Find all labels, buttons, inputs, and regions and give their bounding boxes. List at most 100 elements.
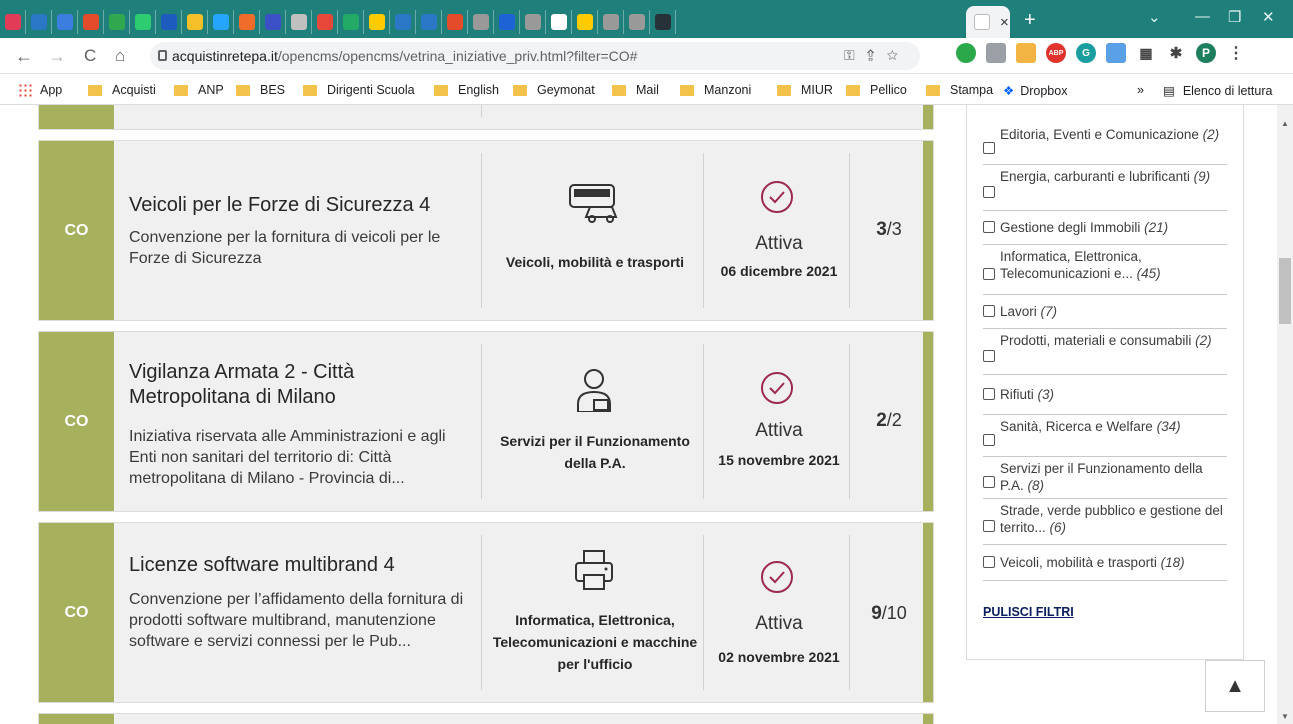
pinned-tab[interactable] bbox=[650, 10, 676, 34]
scrollbar-thumb[interactable] bbox=[1279, 258, 1291, 324]
bookmark-apps[interactable]: App bbox=[18, 83, 62, 97]
pinned-tab[interactable] bbox=[442, 10, 468, 34]
filter-option[interactable]: Servizi per il Funzionamento della P.A. … bbox=[983, 457, 1227, 499]
initiative-title[interactable]: Vigilanza Armata 2 - Città Metropolitana… bbox=[129, 360, 419, 410]
pinned-tab[interactable] bbox=[494, 10, 520, 34]
initiative-card[interactable]: CO Vigilanza Armata 2 - Città Metropolit… bbox=[38, 331, 934, 512]
filter-option[interactable]: Strade, verde pubblico e gestione del te… bbox=[983, 499, 1227, 545]
bookmark-folder[interactable]: Pellico bbox=[846, 83, 907, 97]
filter-option[interactable]: Gestione degli Immobili (21) bbox=[983, 211, 1227, 245]
forward-icon[interactable]: → bbox=[48, 46, 66, 67]
bookmark-folder[interactable]: ANP bbox=[174, 83, 224, 97]
bookmarks-overflow[interactable]: » bbox=[1137, 83, 1144, 97]
bookmark-folder[interactable]: Manzoni bbox=[680, 83, 751, 97]
pinned-tab[interactable] bbox=[260, 10, 286, 34]
bookmark-folder[interactable]: Mail bbox=[612, 83, 659, 97]
pinned-tab[interactable] bbox=[546, 10, 572, 34]
pinned-tab[interactable] bbox=[130, 10, 156, 34]
filter-option[interactable]: Energia, carburanti e lubrificanti (9) bbox=[983, 165, 1227, 211]
active-tab[interactable]: × bbox=[966, 6, 1010, 38]
bookmark-folder[interactable]: Dirigenti Scuola bbox=[303, 83, 415, 97]
extensions-puzzle-icon[interactable]: ✱ bbox=[1166, 43, 1186, 63]
home-icon[interactable]: ⌂ bbox=[115, 46, 125, 66]
pinned-tab[interactable] bbox=[624, 10, 650, 34]
pinned-tab[interactable] bbox=[416, 10, 442, 34]
filter-checkbox[interactable] bbox=[983, 476, 995, 488]
clear-filters-link[interactable]: PULISCI FILTRI bbox=[983, 605, 1074, 619]
restore-icon[interactable]: ❐ bbox=[1228, 8, 1241, 26]
address-bar[interactable]: acquistinretepa.it/opencms/opencms/vetri… bbox=[150, 42, 920, 70]
bookmark-folder[interactable]: Acquisti bbox=[88, 83, 156, 97]
pinned-tab[interactable] bbox=[26, 10, 52, 34]
filter-checkbox[interactable] bbox=[983, 268, 995, 280]
filter-option[interactable]: Prodotti, materiali e consumabili (2) bbox=[983, 329, 1227, 375]
url-text[interactable]: acquistinretepa.it/opencms/opencms/vetri… bbox=[172, 48, 637, 64]
pinned-tab[interactable] bbox=[598, 10, 624, 34]
extension-grammar-icon[interactable]: G bbox=[1076, 43, 1096, 63]
pinned-tab[interactable] bbox=[208, 10, 234, 34]
pinned-tab[interactable] bbox=[572, 10, 598, 34]
bookmark-folder[interactable]: Geymonat bbox=[513, 83, 595, 97]
pinned-tab[interactable] bbox=[182, 10, 208, 34]
pinned-tab[interactable] bbox=[364, 10, 390, 34]
reload-icon[interactable]: C bbox=[84, 46, 96, 66]
initiative-card[interactable]: CO Licenze software multibrand 4 Convenz… bbox=[38, 522, 934, 703]
profile-avatar[interactable]: P bbox=[1196, 43, 1216, 63]
bookmark-folder[interactable]: Stampa bbox=[926, 83, 993, 97]
filter-label: Energia, carburanti e lubrificanti (9) bbox=[1000, 169, 1211, 184]
initiative-title[interactable]: Veicoli per le Forze di Sicurezza 4 bbox=[129, 193, 489, 218]
filter-option[interactable]: Sanità, Ricerca e Welfare (34) bbox=[983, 415, 1227, 457]
pinned-tab[interactable] bbox=[78, 10, 104, 34]
initiative-card[interactable]: CO Veicoli per le Forze di Sicurezza 4 C… bbox=[38, 140, 934, 321]
filter-checkbox[interactable] bbox=[983, 388, 995, 400]
filter-checkbox[interactable] bbox=[983, 186, 995, 198]
new-tab-button[interactable]: + bbox=[1024, 9, 1036, 32]
filter-option[interactable]: Lavori (7) bbox=[983, 295, 1227, 329]
filter-option[interactable]: Rifiuti (3) bbox=[983, 375, 1227, 415]
pinned-tab[interactable] bbox=[234, 10, 260, 34]
adblock-icon[interactable]: ABP bbox=[1046, 43, 1066, 63]
pinned-tab[interactable] bbox=[468, 10, 494, 34]
extension-shield-icon[interactable] bbox=[986, 43, 1006, 63]
extension-thumb-icon[interactable] bbox=[1016, 43, 1036, 63]
reading-list[interactable]: ▤ Elenco di lettura bbox=[1163, 83, 1272, 99]
scrollbar[interactable] bbox=[1277, 105, 1293, 724]
filter-option[interactable]: Veicoli, mobilità e trasporti (18) bbox=[983, 545, 1227, 581]
pinned-tab[interactable] bbox=[520, 10, 546, 34]
filter-checkbox[interactable] bbox=[983, 556, 995, 568]
filter-checkbox[interactable] bbox=[983, 142, 995, 154]
close-window-icon[interactable]: ✕ bbox=[1262, 8, 1275, 26]
filter-checkbox[interactable] bbox=[983, 221, 995, 233]
back-icon[interactable]: ← bbox=[15, 46, 33, 67]
extension-scan-icon[interactable] bbox=[1106, 43, 1126, 63]
menu-icon[interactable]: ⋮ bbox=[1226, 43, 1246, 63]
pinned-tab[interactable] bbox=[312, 10, 338, 34]
extension-green-icon[interactable] bbox=[956, 43, 976, 63]
filter-checkbox[interactable] bbox=[983, 434, 995, 446]
filter-checkbox[interactable] bbox=[983, 520, 995, 532]
minimize-icon[interactable]: — bbox=[1195, 8, 1210, 25]
address-bar-icons[interactable]: ⚿⇪☆ bbox=[844, 47, 910, 64]
filter-checkbox[interactable] bbox=[983, 305, 995, 317]
pinned-tab[interactable] bbox=[338, 10, 364, 34]
pinned-tab[interactable] bbox=[390, 10, 416, 34]
scroll-up-arrow[interactable]: ▲ bbox=[1281, 119, 1289, 128]
scroll-down-arrow[interactable]: ▼ bbox=[1281, 712, 1289, 721]
bookmark-folder[interactable]: MIUR bbox=[777, 83, 833, 97]
extension-grid-icon[interactable]: ▦ bbox=[1136, 43, 1156, 63]
pinned-tab[interactable] bbox=[52, 10, 78, 34]
filter-option[interactable]: Editoria, Eventi e Comunicazione (2) bbox=[983, 123, 1227, 165]
filter-option[interactable]: Informatica, Elettronica, Telecomunicazi… bbox=[983, 245, 1227, 295]
pinned-tab[interactable] bbox=[286, 10, 312, 34]
tab-search-icon[interactable]: ⌄ bbox=[1148, 8, 1161, 26]
filter-checkbox[interactable] bbox=[983, 350, 995, 362]
pinned-tab[interactable] bbox=[156, 10, 182, 34]
pinned-tab[interactable] bbox=[0, 10, 26, 34]
bookmark-folder[interactable]: BES bbox=[236, 83, 285, 97]
back-to-top-button[interactable]: ▲ bbox=[1205, 660, 1265, 712]
initiative-title[interactable]: Licenze software multibrand 4 bbox=[129, 553, 489, 578]
bookmark-dropbox[interactable]: ❖ Dropbox bbox=[1003, 83, 1067, 99]
pinned-tab[interactable] bbox=[104, 10, 130, 34]
bookmark-folder[interactable]: English bbox=[434, 83, 499, 97]
close-tab-icon[interactable]: × bbox=[1000, 14, 1009, 31]
